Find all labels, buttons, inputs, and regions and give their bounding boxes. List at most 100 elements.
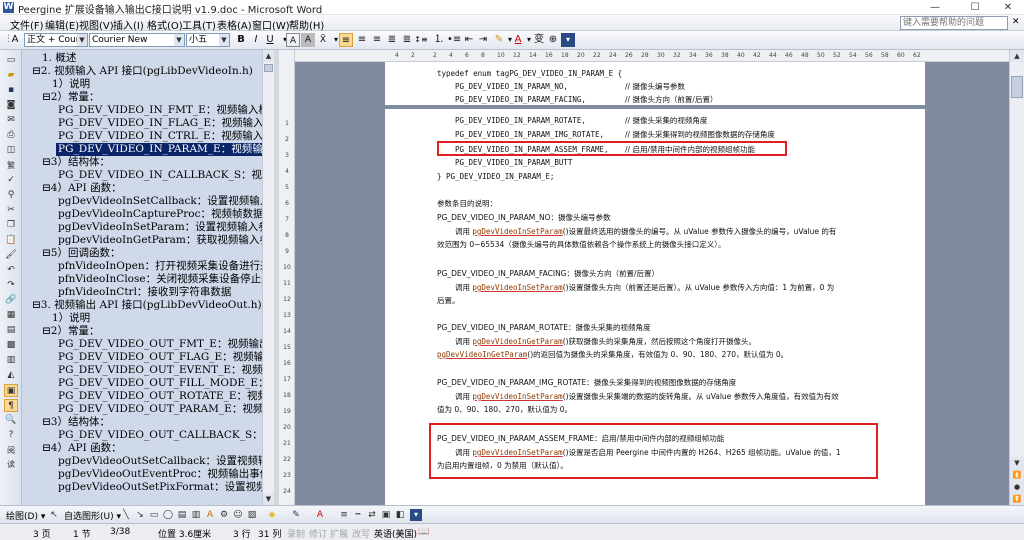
outline-item[interactable]: ⊟2）常量： xyxy=(42,91,99,104)
permission-icon[interactable]: ◙ xyxy=(4,99,18,112)
outline-item[interactable]: ⊟3）结构体： xyxy=(42,416,110,429)
line-color-icon[interactable]: ✎ xyxy=(290,509,302,521)
styles-pane-icon[interactable]: A xyxy=(8,33,22,47)
textbox-icon[interactable]: ▤ xyxy=(176,509,188,521)
shadow-style-icon[interactable]: ▣ xyxy=(380,509,392,521)
simplified-chinese-icon[interactable]: 繁 xyxy=(4,159,18,172)
insert-excel-icon[interactable]: ▩ xyxy=(4,339,18,352)
status-ovr[interactable]: 改写 xyxy=(352,527,370,540)
outline-item[interactable]: pfnVideoInCtrl：接收到字符串数据 xyxy=(58,286,231,299)
line-icon[interactable]: ╲ xyxy=(120,509,132,521)
outline-item[interactable]: ⊟3. 视频输出 API 接口(pgLibDevVideoOut.h) xyxy=(32,299,262,312)
character-border-icon[interactable]: A xyxy=(286,33,300,47)
menu-edit[interactable]: 编辑(E) xyxy=(45,17,79,32)
character-scale-icon[interactable]: X̃ xyxy=(316,33,330,47)
vertical-textbox-icon[interactable]: ▥ xyxy=(190,509,202,521)
arrow-icon[interactable]: ↘ xyxy=(134,509,146,521)
hyperlink-icon[interactable]: 🔗 xyxy=(4,294,18,307)
outline-item[interactable]: ⊟4）API 函数： xyxy=(42,182,122,195)
help-icon[interactable]: ? xyxy=(4,429,18,442)
minimize-icon[interactable]: — xyxy=(920,0,950,15)
draw-menu[interactable]: 绘图(D) ▾ xyxy=(6,509,45,522)
drawing-icon[interactable]: ◭ xyxy=(4,369,18,382)
oval-icon[interactable]: ◯ xyxy=(162,509,174,521)
outline-item[interactable]: PG_DEV_VIDEO_IN_CALLBACK_S：视频输入回 xyxy=(58,169,272,182)
paste-icon[interactable]: 📋 xyxy=(4,234,18,247)
decrease-indent-icon[interactable]: ⇤ xyxy=(462,33,476,47)
new-document-icon[interactable]: ▭ xyxy=(4,54,18,67)
read-icon[interactable]: 阅 xyxy=(4,444,18,457)
outline-item[interactable]: 1）说明 xyxy=(52,312,90,325)
menu-view[interactable]: 视图(V) xyxy=(79,17,114,32)
toolbar-options-icon[interactable]: ▾ xyxy=(561,33,575,47)
outline-item[interactable]: pgDevVideoInSetCallback：设置视频输入回调接口 xyxy=(58,195,272,208)
scroll-down-icon[interactable]: ▼ xyxy=(1010,457,1024,469)
status-trk[interactable]: 修订 xyxy=(309,527,327,540)
outline-item[interactable]: PG_DEV_VIDEO_OUT_FMT_E：视频输出格式 xyxy=(58,338,272,351)
tables-borders-icon[interactable]: ▦ xyxy=(4,309,18,322)
columns-icon[interactable]: ▥ xyxy=(4,354,18,367)
increase-indent-icon[interactable]: ⇥ xyxy=(476,33,490,47)
font-combo[interactable]: Courier New ▼ xyxy=(89,33,185,47)
close-icon[interactable]: ✕ xyxy=(993,0,1023,15)
outline-item[interactable]: pfnVideoInClose：关闭视频采集设备停止采集 xyxy=(58,273,272,286)
format-painter-icon[interactable]: 🖌 xyxy=(4,249,18,262)
redo-icon[interactable]: ↷ xyxy=(4,279,18,292)
align-left-button[interactable]: ≡ xyxy=(339,33,353,47)
drawbar-options-icon[interactable]: ▾ xyxy=(410,509,422,521)
numbering-icon[interactable]: ⒈ xyxy=(432,33,446,47)
outline-item[interactable]: ⊟3）结构体： xyxy=(42,156,110,169)
menu-insert[interactable]: 插入(I) xyxy=(113,17,144,32)
italic-button[interactable]: I xyxy=(249,33,263,47)
outline-item[interactable]: PG_DEV_VIDEO_OUT_ROTATE_E：视频输出旋转 xyxy=(58,390,272,403)
help-search-input[interactable] xyxy=(900,16,1008,30)
email-icon[interactable]: ✉ xyxy=(4,114,18,127)
arrow-style-icon[interactable]: ⇄ xyxy=(366,509,378,521)
open-icon[interactable]: ▰ xyxy=(4,69,18,82)
menu-format[interactable]: 格式(O) xyxy=(147,17,183,32)
menu-table[interactable]: 表格(A) xyxy=(217,17,252,32)
research-icon[interactable]: ⚲ xyxy=(4,189,18,202)
outline-item[interactable]: PG_DEV_VIDEO_IN_FMT_E：视频输入格式 xyxy=(58,104,272,117)
style-combo[interactable]: 正文 + Courie ▼ xyxy=(24,33,88,47)
outline-item[interactable]: ⊟5）回调函数： xyxy=(42,247,120,260)
maximize-icon[interactable]: ☐ xyxy=(960,0,990,15)
outline-item[interactable]: ⊟2）常量： xyxy=(42,325,99,338)
outline-item[interactable]: ⊟4）API 函数： xyxy=(42,442,122,455)
enclose-char-icon[interactable]: ⊕ xyxy=(546,33,560,47)
outline-item[interactable]: PG_DEV_VIDEO_OUT_FLAG_E：视频输出标志位 xyxy=(58,351,272,364)
align-right-button[interactable]: ≡ xyxy=(370,33,384,47)
outline-item[interactable]: PG_DEV_VIDEO_OUT_CALLBACK_S：视频输出 xyxy=(58,429,272,442)
document-map-icon[interactable]: ▣ xyxy=(4,384,18,397)
outline-item[interactable]: PG_DEV_VIDEO_IN_CTRL_E：视频输入控制命令 xyxy=(58,130,272,143)
zoom-icon[interactable]: 🔍 xyxy=(4,414,18,427)
menu-help[interactable]: 帮助(H) xyxy=(289,17,324,32)
font-color-draw-icon[interactable]: A xyxy=(314,509,326,521)
outline-scroll-thumb[interactable] xyxy=(264,64,273,72)
cut-icon[interactable]: ✂ xyxy=(4,204,18,217)
outline-item[interactable]: pgDevVideoInSetParam：设置视频输入参数 xyxy=(58,221,272,234)
outline-item[interactable]: 1）说明 xyxy=(52,78,90,91)
diagram-icon[interactable]: ⚙ xyxy=(218,509,230,521)
outline-item[interactable]: ⊟2. 视频输入 API 接口(pgLibDevVideoIn.h) xyxy=(32,65,253,78)
font-size-combo[interactable]: 小五 ▼ xyxy=(186,33,230,47)
insert-table-icon[interactable]: ▤ xyxy=(4,324,18,337)
rectangle-icon[interactable]: ▭ xyxy=(148,509,160,521)
distributed-button[interactable]: ≣ xyxy=(400,33,414,47)
outline-item[interactable]: PG_DEV_VIDEO_OUT_FILL_MODE_E：视频输出 xyxy=(58,377,272,390)
next-page-icon[interactable]: ⏬ xyxy=(1010,493,1024,505)
browse-object-icon[interactable]: ● xyxy=(1010,481,1024,493)
clipart-icon[interactable]: ☺ xyxy=(232,509,244,521)
document-scrollbar[interactable]: ▲ ▼ ⏫ ● ⏬ xyxy=(1009,50,1024,505)
outline-item[interactable]: PG_DEV_VIDEO_OUT_PARAM_E：视频输出参数 xyxy=(58,403,272,416)
show-hide-icon[interactable]: ¶ xyxy=(4,399,18,412)
autoshapes-menu[interactable]: 自选图形(U) ▾ xyxy=(64,509,121,522)
fill-color-icon[interactable]: ◈ xyxy=(266,509,278,521)
undo-icon[interactable]: ↶ xyxy=(4,264,18,277)
document-scroll-thumb[interactable] xyxy=(1011,76,1023,98)
scroll-down-icon[interactable]: ▼ xyxy=(263,493,274,505)
outline-item-selected[interactable]: PG_DEV_VIDEO_IN_PARAM_E：视频输入参数的 xyxy=(56,143,272,156)
line-spacing-icon[interactable]: ↕≡ xyxy=(414,33,428,47)
scroll-up-icon[interactable]: ▲ xyxy=(1010,50,1024,62)
outline-item[interactable]: 1. 概述 xyxy=(42,52,76,65)
